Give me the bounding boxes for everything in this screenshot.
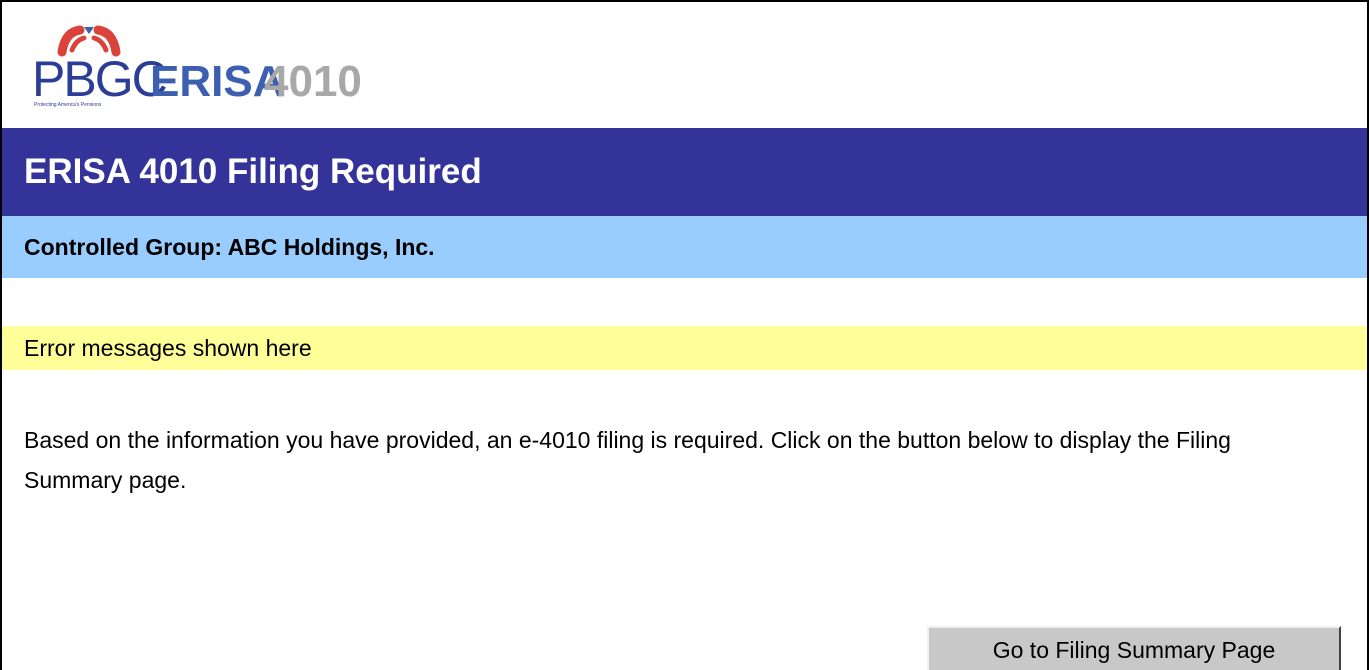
controlled-group-band: Controlled Group: ABC Holdings, Inc. [2,216,1367,278]
title-band: ERISA 4010 Filing Required [2,128,1367,216]
go-to-filing-summary-button[interactable]: Go to Filing Summary Page [927,626,1341,670]
controlled-group-label: Controlled Group: ABC Holdings, Inc. [24,233,435,260]
page-frame: PBGC ERISA 4010 Protecting America's Pen… [0,0,1369,670]
info-message: Based on the information you have provid… [24,427,1231,493]
logo-tagline: Protecting America's Pensions [34,102,102,108]
pbgc-erisa-logo: PBGC ERISA 4010 Protecting America's Pen… [32,25,362,108]
pbgc-emblem-icon [57,25,121,57]
page-title: ERISA 4010 Filing Required [24,152,482,191]
logo-pbgc-text: PBGC [32,51,167,107]
logo-4010-text: 4010 [264,57,362,106]
error-message-text: Error messages shown here [24,334,312,361]
logo-header: PBGC ERISA 4010 Protecting America's Pen… [2,2,1367,128]
error-message-band: Error messages shown here [2,326,1367,370]
